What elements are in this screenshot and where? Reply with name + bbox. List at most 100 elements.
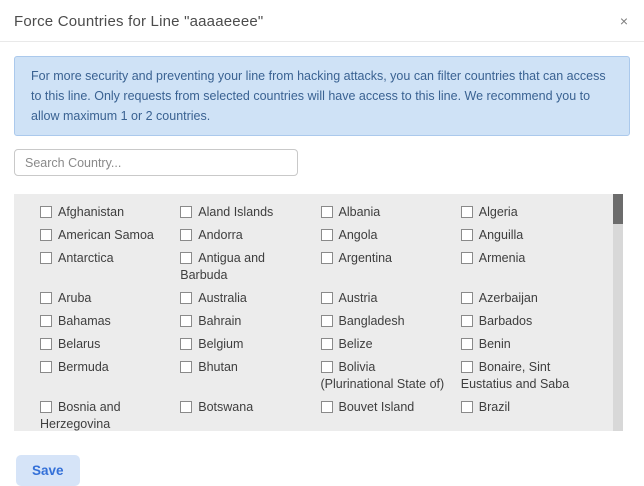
country-label: Albania bbox=[339, 205, 381, 219]
country-checkbox-item[interactable]: Bahamas bbox=[40, 313, 166, 330]
country-checkbox[interactable] bbox=[461, 292, 473, 304]
country-checkbox-item[interactable]: Armenia bbox=[461, 250, 587, 267]
country-checkbox-item[interactable]: Angola bbox=[321, 227, 447, 244]
country-checkbox-item[interactable]: Bhutan bbox=[180, 359, 306, 376]
country-label: Belarus bbox=[58, 337, 100, 351]
country-label: Andorra bbox=[198, 228, 242, 242]
country-checkbox[interactable] bbox=[321, 229, 333, 241]
country-label: Bhutan bbox=[198, 360, 238, 374]
country-checkbox[interactable] bbox=[321, 401, 333, 413]
country-label: Bahrain bbox=[198, 314, 241, 328]
country-checkbox-item[interactable]: Albania bbox=[321, 204, 447, 221]
country-checkbox-item[interactable]: Antarctica bbox=[40, 250, 166, 267]
country-checkbox-item[interactable]: Bouvet Island bbox=[321, 399, 447, 416]
country-label: Bonaire, Sint Eustatius and Saba bbox=[461, 360, 569, 391]
country-label: Bermuda bbox=[58, 360, 109, 374]
country-label: Antarctica bbox=[58, 251, 114, 265]
country-checkbox-item[interactable]: Bolivia (Plurinational State of) bbox=[321, 359, 447, 393]
country-checkbox[interactable] bbox=[461, 401, 473, 413]
country-checkbox[interactable] bbox=[461, 252, 473, 264]
modal-header: Force Countries for Line "aaaaeeee" × bbox=[0, 0, 644, 42]
country-label: Bosnia and Herzegovina bbox=[40, 400, 121, 431]
country-label: Benin bbox=[479, 337, 511, 351]
country-checkbox[interactable] bbox=[321, 252, 333, 264]
country-checkbox-item[interactable]: Argentina bbox=[321, 250, 447, 267]
country-label: Bahamas bbox=[58, 314, 111, 328]
info-alert: For more security and preventing your li… bbox=[14, 56, 630, 136]
country-checkbox-item[interactable]: Belize bbox=[321, 336, 447, 353]
country-checkbox-item[interactable]: Andorra bbox=[180, 227, 306, 244]
country-checkbox[interactable] bbox=[180, 292, 192, 304]
country-label: Aland Islands bbox=[198, 205, 273, 219]
country-checkbox-item[interactable]: Bangladesh bbox=[321, 313, 447, 330]
country-checkbox[interactable] bbox=[461, 315, 473, 327]
country-label: Aruba bbox=[58, 291, 91, 305]
country-checkbox-item[interactable]: Belarus bbox=[40, 336, 166, 353]
country-checkbox[interactable] bbox=[180, 361, 192, 373]
country-checkbox-item[interactable]: Brazil bbox=[461, 399, 587, 416]
country-checkbox[interactable] bbox=[321, 292, 333, 304]
scrollbar-thumb[interactable] bbox=[613, 194, 623, 224]
country-checkbox[interactable] bbox=[40, 361, 52, 373]
country-checkbox-item[interactable]: Austria bbox=[321, 290, 447, 307]
country-checkbox[interactable] bbox=[180, 338, 192, 350]
search-input[interactable] bbox=[14, 149, 298, 176]
country-checkbox-item[interactable]: Afghanistan bbox=[40, 204, 166, 221]
close-icon[interactable]: × bbox=[620, 14, 628, 28]
country-label: Algeria bbox=[479, 205, 518, 219]
country-checkbox-item[interactable]: Aland Islands bbox=[180, 204, 306, 221]
country-checkbox[interactable] bbox=[321, 338, 333, 350]
country-checkbox[interactable] bbox=[461, 361, 473, 373]
country-checkbox[interactable] bbox=[461, 229, 473, 241]
country-checkbox[interactable] bbox=[180, 401, 192, 413]
country-checkbox-item[interactable]: Botswana bbox=[180, 399, 306, 416]
country-label: Bouvet Island bbox=[339, 400, 415, 414]
country-checkbox-item[interactable]: Anguilla bbox=[461, 227, 587, 244]
country-checkbox-item[interactable]: Antigua and Barbuda bbox=[180, 250, 306, 284]
country-checkbox-item[interactable]: Bosnia and Herzegovina bbox=[40, 399, 166, 431]
country-checkbox[interactable] bbox=[40, 206, 52, 218]
country-label: Azerbaijan bbox=[479, 291, 538, 305]
country-checkbox[interactable] bbox=[180, 315, 192, 327]
country-checkbox[interactable] bbox=[180, 252, 192, 264]
country-checkbox[interactable] bbox=[40, 315, 52, 327]
country-checkbox-item[interactable]: Aruba bbox=[40, 290, 166, 307]
country-label: Bolivia (Plurinational State of) bbox=[321, 360, 445, 391]
country-checkbox-item[interactable]: Algeria bbox=[461, 204, 587, 221]
country-checkbox-item[interactable]: Bahrain bbox=[180, 313, 306, 330]
country-checkbox[interactable] bbox=[321, 361, 333, 373]
country-checkbox-item[interactable]: Bonaire, Sint Eustatius and Saba bbox=[461, 359, 587, 393]
country-checkbox[interactable] bbox=[321, 315, 333, 327]
country-checkbox[interactable] bbox=[40, 229, 52, 241]
country-label: Brazil bbox=[479, 400, 510, 414]
modal-title: Force Countries for Line "aaaaeeee" bbox=[14, 13, 263, 30]
country-checkbox[interactable] bbox=[461, 206, 473, 218]
country-checkbox-item[interactable]: Azerbaijan bbox=[461, 290, 587, 307]
country-label: Armenia bbox=[479, 251, 526, 265]
country-checkbox[interactable] bbox=[321, 206, 333, 218]
country-checkbox[interactable] bbox=[40, 401, 52, 413]
country-checkbox[interactable] bbox=[40, 292, 52, 304]
country-label: Antigua and Barbuda bbox=[180, 251, 265, 282]
country-checkbox[interactable] bbox=[180, 206, 192, 218]
country-checkbox[interactable] bbox=[180, 229, 192, 241]
country-label: Belgium bbox=[198, 337, 243, 351]
country-checkbox[interactable] bbox=[40, 338, 52, 350]
country-list-container: Afghanistan Aland Islands Albania Algeria Am… bbox=[14, 194, 623, 431]
scrollbar-track[interactable] bbox=[613, 194, 623, 431]
country-checkbox-item[interactable]: Bermuda bbox=[40, 359, 166, 376]
country-label: Austria bbox=[339, 291, 378, 305]
country-checkbox-item[interactable]: Belgium bbox=[180, 336, 306, 353]
country-label: Angola bbox=[339, 228, 378, 242]
country-checkbox-item[interactable]: Benin bbox=[461, 336, 587, 353]
country-checkbox-item[interactable]: Barbados bbox=[461, 313, 587, 330]
save-button[interactable]: Save bbox=[16, 455, 80, 486]
country-label: Botswana bbox=[198, 400, 253, 414]
country-label: Anguilla bbox=[479, 228, 523, 242]
country-label: American Samoa bbox=[58, 228, 154, 242]
country-checkbox[interactable] bbox=[461, 338, 473, 350]
country-checkbox-item[interactable]: Australia bbox=[180, 290, 306, 307]
country-label: Bangladesh bbox=[339, 314, 405, 328]
country-checkbox-item[interactable]: American Samoa bbox=[40, 227, 166, 244]
country-checkbox[interactable] bbox=[40, 252, 52, 264]
